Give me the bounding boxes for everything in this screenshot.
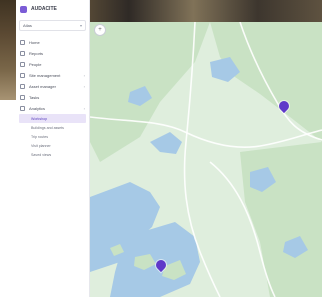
reports-icon — [20, 51, 25, 56]
people-icon — [20, 62, 25, 67]
workspace-label: Atlas — [23, 23, 32, 28]
nav-item-people[interactable]: People — [16, 59, 89, 70]
map-view[interactable]: + — [90, 22, 322, 297]
subnav-item-saved-views[interactable]: Saved views — [16, 150, 89, 159]
nav-item-label: Home — [29, 40, 40, 45]
nav-item-label: Tasks — [29, 95, 40, 100]
map-canvas[interactable] — [90, 22, 322, 297]
chevron-down-icon: ▾ — [79, 23, 82, 28]
site-management-icon — [20, 73, 25, 78]
workspace-selector[interactable]: Atlas ▾ — [19, 20, 86, 31]
subnav-item-trip-routes[interactable]: Trip routes — [16, 132, 89, 141]
app-name: AUDACITE — [31, 6, 57, 12]
nav-item-label: People — [29, 62, 42, 67]
zoom-label: + — [98, 27, 102, 33]
chevron-right-icon: › — [83, 73, 85, 78]
subnav-list: Workshop Buildings and assets Trip routes V… — [16, 114, 89, 159]
nav-item-analytics[interactable]: Analytics › — [16, 103, 89, 114]
brand-logo-icon — [20, 5, 27, 13]
asset-manager-icon — [20, 84, 25, 89]
nav-item-label: Asset manager — [29, 84, 56, 89]
nav-item-tasks[interactable]: Tasks — [16, 92, 89, 103]
nav-item-asset-manager[interactable]: Asset manager › — [16, 81, 89, 92]
nav-item-label: Site management — [29, 73, 61, 78]
nav-list: Home Reports People Site management › Asset m… — [16, 37, 89, 114]
nav-item-reports[interactable]: Reports — [16, 48, 89, 59]
subnav-item-buildings-and-assets[interactable]: Buildings and assets — [16, 123, 89, 132]
nav-item-site-management[interactable]: Site management › — [16, 70, 89, 81]
subnav-item-visit-planner[interactable]: Visit planner — [16, 141, 89, 150]
analytics-icon — [20, 106, 25, 111]
brand[interactable]: AUDACITE — [16, 0, 89, 18]
sidebar: AUDACITE Atlas ▾ Home Reports People Site m… — [16, 0, 90, 297]
subnav-item-workshop[interactable]: Workshop — [19, 114, 86, 123]
nav-item-home[interactable]: Home — [16, 37, 89, 48]
map-zoom-button[interactable]: + — [94, 24, 106, 36]
nav-item-label: Reports — [29, 51, 44, 56]
home-icon — [20, 40, 25, 45]
chevron-right-icon: › — [83, 84, 85, 89]
nav-item-label: Analytics — [29, 106, 46, 111]
tasks-icon — [20, 95, 25, 100]
chevron-right-icon: › — [83, 106, 85, 111]
